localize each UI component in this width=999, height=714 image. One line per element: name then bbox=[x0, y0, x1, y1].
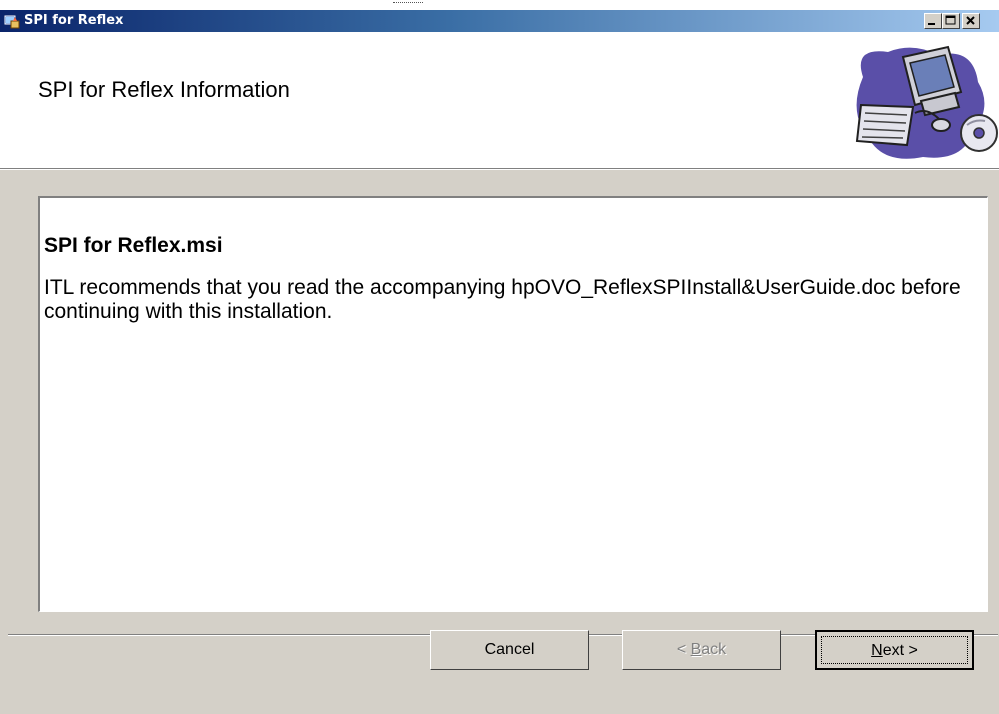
information-panel[interactable]: SPI for Reflex.msi ITL recommends that y… bbox=[38, 196, 988, 612]
file-title: SPI for Reflex.msi bbox=[44, 234, 223, 257]
maximize-button[interactable] bbox=[942, 13, 960, 29]
close-button[interactable] bbox=[962, 13, 980, 29]
back-label-rest: ack bbox=[701, 641, 727, 658]
title-bar[interactable]: SPI for Reflex bbox=[0, 10, 999, 32]
next-label-rest: ext > bbox=[882, 642, 918, 659]
next-label: Next > bbox=[871, 642, 918, 659]
close-icon bbox=[966, 16, 975, 25]
back-button[interactable]: < Back bbox=[622, 630, 781, 670]
installer-app-icon bbox=[4, 13, 20, 29]
header-banner: SPI for Reflex Information bbox=[0, 32, 999, 169]
window-title: SPI for Reflex bbox=[24, 13, 124, 28]
info-message: ITL recommends that you read the accompa… bbox=[44, 276, 961, 323]
minimize-button[interactable] bbox=[924, 13, 942, 29]
next-label-mnemonic: N bbox=[871, 642, 883, 659]
header-divider bbox=[0, 169, 999, 170]
top-dotted-mark bbox=[393, 2, 423, 6]
back-label-mnemonic: B bbox=[690, 641, 702, 658]
next-button[interactable]: Next > bbox=[815, 630, 974, 670]
page-title: SPI for Reflex Information bbox=[38, 77, 290, 102]
back-label: < Back bbox=[677, 641, 726, 658]
minimize-icon bbox=[928, 23, 935, 25]
computer-setup-icon bbox=[843, 37, 999, 165]
cancel-button[interactable]: Cancel bbox=[430, 630, 589, 670]
cancel-label: Cancel bbox=[484, 641, 535, 658]
maximize-icon bbox=[945, 15, 956, 25]
installer-window: SPI for Reflex SPI for Reflex Informatio… bbox=[0, 10, 999, 714]
back-label-prefix: < bbox=[676, 641, 691, 658]
